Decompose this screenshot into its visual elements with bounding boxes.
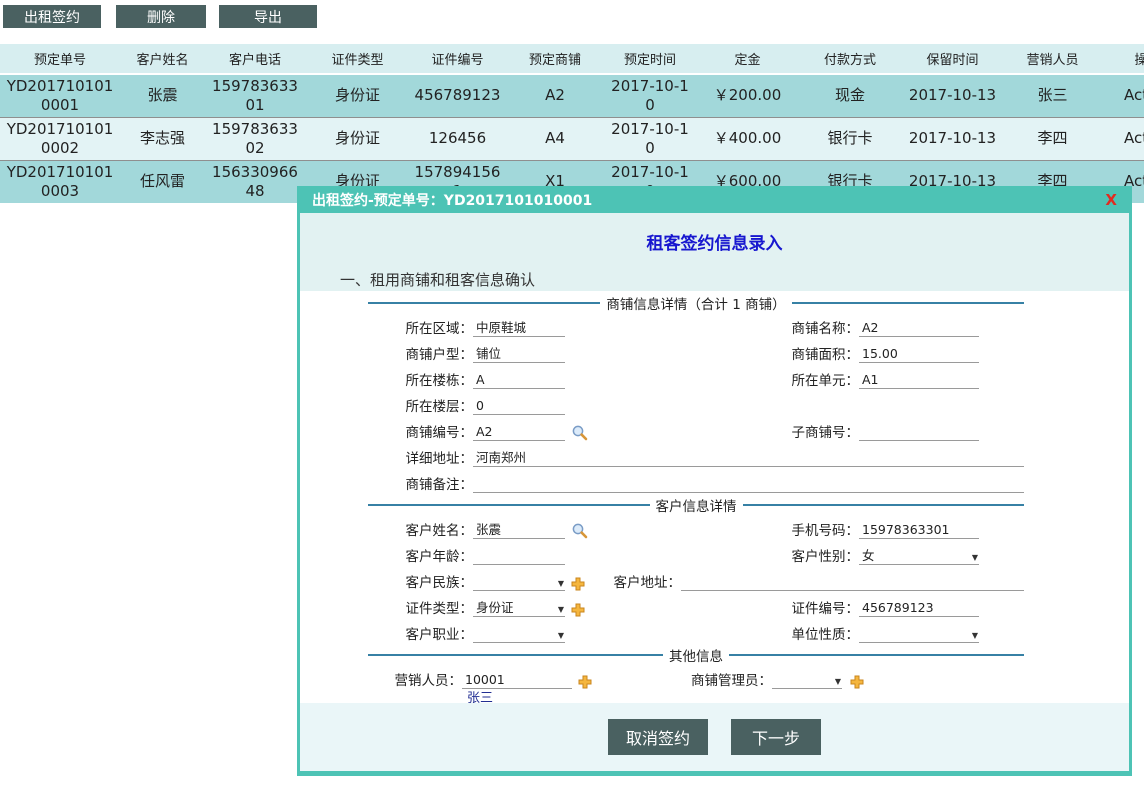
- rent-sign-button[interactable]: 出租签约: [3, 5, 101, 28]
- customer-gender-select[interactable]: 女 ▼: [859, 548, 979, 565]
- column-header: 客户姓名: [120, 44, 205, 74]
- chevron-down-icon[interactable]: ▼: [558, 606, 564, 614]
- shop-area-field[interactable]: 中原鞋城: [473, 320, 565, 337]
- shop-remark-field[interactable]: [473, 476, 1024, 493]
- marketer-label: 营销人员：: [368, 669, 462, 689]
- customer-phone-label: 手机号码：: [591, 519, 859, 539]
- shop-area-label: 所在区域：: [368, 317, 473, 337]
- delete-button[interactable]: 删除: [116, 5, 206, 28]
- add-icon[interactable]: [578, 675, 592, 689]
- table-row[interactable]: YD2017101010002 李志强 15978363302 身份证 1264…: [0, 117, 1144, 160]
- customer-info-legend: 客户信息详情: [368, 495, 1024, 515]
- shop-code-label: 商铺编号：: [368, 421, 473, 441]
- row-action-link[interactable]: Action: [1100, 117, 1144, 160]
- rent-sign-dialog: 出租签约-预定单号：YD2017101010001 X 租客签约信息录入 一、租…: [297, 186, 1132, 776]
- chevron-down-icon[interactable]: ▼: [972, 554, 978, 562]
- subshop-label: 子商铺号：: [591, 421, 859, 441]
- subshop-field[interactable]: [859, 424, 979, 441]
- chevron-down-icon[interactable]: ▼: [835, 678, 841, 686]
- shop-building-label: 所在楼栋：: [368, 369, 473, 389]
- toolbar: 出租签约 删除 导出: [0, 0, 1144, 28]
- customer-job-label: 客户职业：: [368, 623, 473, 643]
- shop-building-field[interactable]: A: [473, 372, 565, 389]
- customer-phone-field[interactable]: 15978363301: [859, 522, 979, 539]
- marketer-field[interactable]: 10001: [462, 672, 572, 689]
- add-icon[interactable]: [571, 603, 585, 617]
- customer-info-fieldset: 客户信息详情 客户姓名： 张震 手机号码： 15978363301 客户年龄： …: [368, 495, 1024, 643]
- form-area: 商铺信息详情（合计 1 商铺） 所在区域： 中原鞋城 商铺名称： A2 商铺户型…: [300, 291, 1129, 703]
- column-header: 营销人员: [1005, 44, 1100, 74]
- form-title: 租客签约信息录入: [300, 229, 1129, 254]
- shop-remark-label: 商铺备注：: [368, 473, 473, 493]
- customer-gender-label: 客户性别：: [591, 545, 859, 565]
- customer-job-select[interactable]: ▼: [473, 626, 565, 643]
- shop-manager-label: 商铺管理员：: [598, 669, 772, 689]
- column-header: 付款方式: [800, 44, 900, 74]
- shop-info-fieldset: 商铺信息详情（合计 1 商铺） 所在区域： 中原鞋城 商铺名称： A2 商铺户型…: [368, 293, 1024, 493]
- chevron-down-icon[interactable]: ▼: [558, 632, 564, 640]
- cancel-sign-button[interactable]: 取消签约: [608, 719, 708, 755]
- column-header: 预定单号: [0, 44, 120, 74]
- chevron-down-icon[interactable]: ▼: [972, 632, 978, 640]
- id-type-label: 证件类型：: [368, 597, 473, 617]
- shop-floor-label: 所在楼层：: [368, 395, 473, 415]
- section-title: 一、租用商铺和租客信息确认: [340, 269, 1129, 290]
- shop-type-field[interactable]: 铺位: [473, 346, 565, 363]
- search-icon[interactable]: [571, 424, 588, 441]
- shop-floor-field[interactable]: 0: [473, 398, 565, 415]
- customer-name-label: 客户姓名：: [368, 519, 473, 539]
- export-button[interactable]: 导出: [219, 5, 317, 28]
- close-icon[interactable]: X: [1105, 191, 1117, 209]
- search-icon[interactable]: [571, 522, 588, 539]
- customer-name-field[interactable]: 张震: [473, 522, 565, 539]
- shop-manager-select[interactable]: ▼: [772, 672, 842, 689]
- dialog-titlebar: 出租签约-预定单号：YD2017101010001 X: [300, 186, 1129, 213]
- employer-type-select[interactable]: ▼: [859, 626, 979, 643]
- column-header: 定金: [695, 44, 800, 74]
- shop-address-field[interactable]: 河南郑州: [473, 450, 1024, 467]
- shop-info-legend: 商铺信息详情（合计 1 商铺）: [368, 293, 1024, 313]
- chevron-down-icon[interactable]: ▼: [558, 580, 564, 588]
- dialog-title: 出租签约-预定单号：YD2017101010001: [312, 190, 592, 210]
- column-header: 证件编号: [410, 44, 505, 74]
- shop-name-label: 商铺名称：: [591, 317, 859, 337]
- shop-code-field[interactable]: A2: [473, 424, 565, 441]
- other-info-fieldset: 其他信息 营销人员： 10001 商铺管理员： ▼: [368, 645, 1024, 703]
- customer-ethnic-label: 客户民族：: [368, 571, 473, 591]
- customer-address-field[interactable]: [681, 574, 1024, 591]
- employer-type-label: 单位性质：: [591, 623, 859, 643]
- customer-address-label: 客户地址：: [599, 571, 681, 591]
- id-number-label: 证件编号：: [591, 597, 859, 617]
- id-type-select[interactable]: 身份证 ▼: [473, 600, 565, 617]
- customer-age-field[interactable]: [473, 548, 565, 565]
- column-header: 操作: [1100, 44, 1144, 74]
- column-header: 保留时间: [900, 44, 1005, 74]
- reservation-table: 预定单号 客户姓名 客户电话 证件类型 证件编号 预定商铺 预定时间 定金 付款…: [0, 44, 1144, 203]
- shop-size-field[interactable]: 15.00: [859, 346, 979, 363]
- row-action-link[interactable]: Action: [1100, 74, 1144, 117]
- next-step-button[interactable]: 下一步: [731, 719, 821, 755]
- add-icon[interactable]: [571, 577, 585, 591]
- customer-ethnic-select[interactable]: ▼: [473, 574, 565, 591]
- shop-unit-field[interactable]: A1: [859, 372, 979, 389]
- shop-type-label: 商铺户型：: [368, 343, 473, 363]
- dialog-header-area: 租客签约信息录入 一、租用商铺和租客信息确认: [300, 213, 1129, 291]
- column-header: 客户电话: [205, 44, 305, 74]
- column-header: 预定商铺: [505, 44, 605, 74]
- customer-age-label: 客户年龄：: [368, 545, 473, 565]
- column-header: 预定时间: [605, 44, 695, 74]
- shop-name-field[interactable]: A2: [859, 320, 979, 337]
- column-header: 证件类型: [305, 44, 410, 74]
- shop-size-label: 商铺面积：: [591, 343, 859, 363]
- shop-unit-label: 所在单元：: [591, 369, 859, 389]
- add-icon[interactable]: [850, 675, 864, 689]
- dialog-footer: 取消签约 下一步: [300, 703, 1129, 771]
- shop-address-label: 详细地址：: [368, 447, 473, 467]
- other-info-legend: 其他信息: [368, 645, 1024, 665]
- id-number-field[interactable]: 456789123: [859, 600, 979, 617]
- table-row[interactable]: YD2017101010001 张震 15978363301 身份证 45678…: [0, 74, 1144, 117]
- marketer-name-text: 张三: [467, 691, 1024, 703]
- table-header-row: 预定单号 客户姓名 客户电话 证件类型 证件编号 预定商铺 预定时间 定金 付款…: [0, 44, 1144, 74]
